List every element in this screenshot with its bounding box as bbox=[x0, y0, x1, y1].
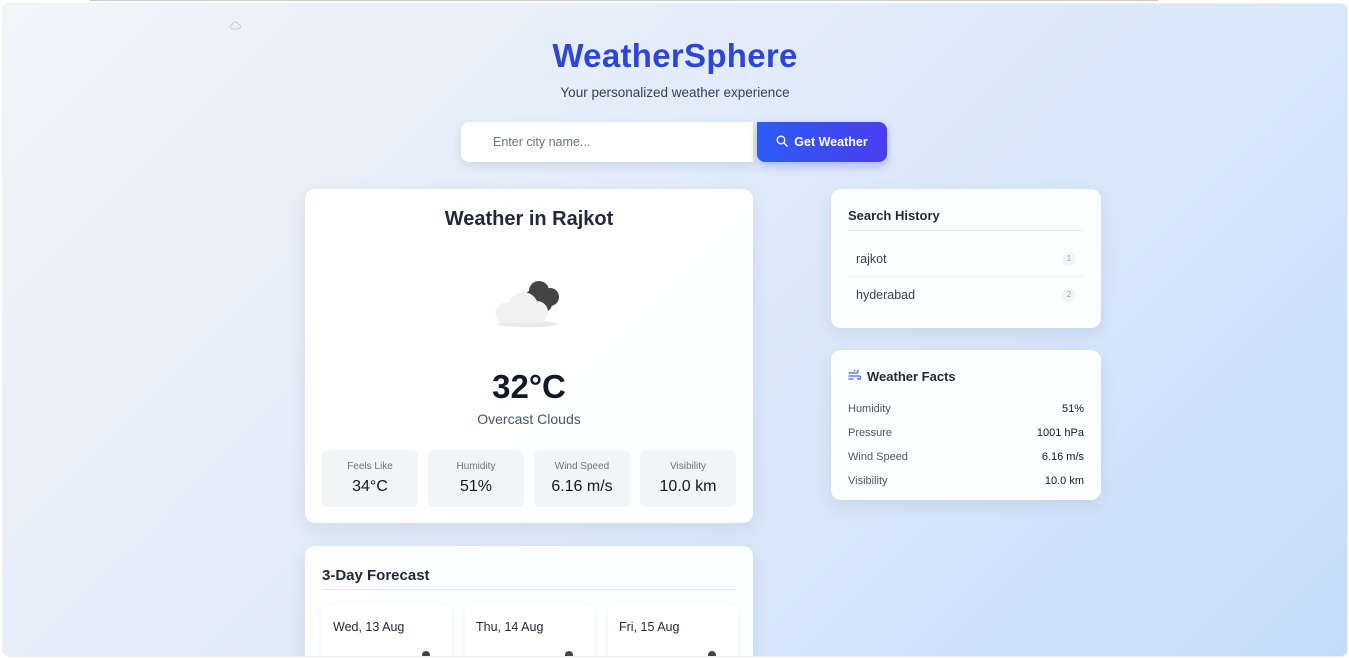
history-city: rajkot bbox=[856, 252, 887, 266]
history-item-hyderabad[interactable]: hyderabad 2 bbox=[848, 277, 1084, 312]
wind-icon bbox=[848, 368, 862, 384]
weather-facts-card: Weather Facts Humidity 51% Pressure 1001… bbox=[831, 350, 1101, 500]
weather-facts-list: Humidity 51% Pressure 1001 hPa Wind Spee… bbox=[848, 397, 1084, 493]
stat-feels-like: Feels Like 34°C bbox=[322, 450, 418, 507]
stat-label: Wind Speed bbox=[554, 461, 610, 472]
forecast-divider bbox=[322, 589, 736, 590]
fact-label: Wind Speed bbox=[848, 451, 908, 463]
small-cloud-icon bbox=[229, 17, 241, 35]
stat-value: 6.16 m/s bbox=[551, 478, 613, 495]
stat-humidity: Humidity 51% bbox=[428, 450, 524, 507]
fact-value: 51% bbox=[1061, 403, 1084, 415]
forecast-day: Fri, 15 Aug bbox=[608, 605, 738, 656]
stat-label: Visibility bbox=[670, 461, 706, 472]
get-weather-label: Get Weather bbox=[794, 135, 868, 149]
weather-facts-header: Weather Facts bbox=[848, 368, 956, 384]
fact-row-humidity: Humidity 51% bbox=[848, 397, 1084, 421]
fact-value: 1001 hPa bbox=[1036, 427, 1084, 439]
stat-label: Feels Like bbox=[347, 461, 393, 472]
stat-value: 10.0 km bbox=[659, 478, 717, 495]
fact-value: 6.16 m/s bbox=[1041, 451, 1084, 463]
forecast-date: Fri, 15 Aug bbox=[619, 620, 680, 634]
history-divider bbox=[848, 230, 1084, 231]
history-item-rajkot[interactable]: rajkot 1 bbox=[848, 242, 1084, 277]
stat-wind-speed: Wind Speed 6.16 m/s bbox=[534, 450, 630, 507]
history-count-badge: 2 bbox=[1062, 287, 1076, 302]
weather-stats: Feels Like 34°C Humidity 51% Wind Speed … bbox=[322, 450, 736, 507]
fact-label: Humidity bbox=[848, 403, 891, 415]
current-weather-card: Weather in Rajkot 32°C Overcast Clouds F… bbox=[305, 189, 753, 523]
search-history-card: Search History rajkot 1 hyderabad 2 bbox=[831, 189, 1101, 328]
search-bar: Get Weather bbox=[461, 122, 889, 162]
brand-header: WeatherSphere Your personalized weather … bbox=[3, 37, 1347, 100]
fact-row-visibility: Visibility 10.0 km bbox=[848, 469, 1084, 493]
forecast-card: 3-Day Forecast Wed, 13 Aug Thu, 14 Aug F… bbox=[305, 546, 753, 656]
current-temperature: 32°C bbox=[492, 368, 566, 405]
stat-visibility: Visibility 10.0 km bbox=[640, 450, 736, 507]
forecast-day: Thu, 14 Aug bbox=[465, 605, 595, 656]
search-icon bbox=[776, 135, 788, 150]
forecast-date: Wed, 13 Aug bbox=[333, 620, 405, 634]
forecast-days: Wed, 13 Aug Thu, 14 Aug Fri, 15 Aug bbox=[322, 605, 738, 656]
top-border-line bbox=[90, 0, 1158, 1]
weather-facts-title: Weather Facts bbox=[867, 369, 956, 384]
forecast-weather-icon bbox=[708, 651, 716, 656]
search-history-title: Search History bbox=[848, 208, 940, 223]
fact-row-pressure: Pressure 1001 hPa bbox=[848, 421, 1084, 445]
cloud-icon bbox=[487, 271, 567, 336]
current-description: Overcast Clouds bbox=[477, 411, 581, 427]
forecast-day: Wed, 13 Aug bbox=[322, 605, 452, 656]
stat-value: 34°C bbox=[352, 478, 388, 495]
search-history-list: rajkot 1 hyderabad 2 bbox=[848, 242, 1084, 312]
current-weather-title: Weather in Rajkot bbox=[444, 208, 614, 230]
stat-value: 51% bbox=[459, 478, 493, 495]
history-count-badge: 1 bbox=[1062, 252, 1076, 266]
forecast-weather-icon bbox=[565, 651, 573, 656]
city-search-input[interactable] bbox=[461, 122, 753, 162]
forecast-title: 3-Day Forecast bbox=[322, 567, 430, 584]
app-title: WeatherSphere bbox=[552, 37, 798, 74]
fact-row-wind-speed: Wind Speed 6.16 m/s bbox=[848, 445, 1084, 469]
forecast-date: Thu, 14 Aug bbox=[476, 620, 544, 634]
fact-label: Pressure bbox=[848, 427, 893, 439]
app-subtitle: Your personalized weather experience bbox=[560, 85, 790, 100]
get-weather-button[interactable]: Get Weather bbox=[757, 122, 887, 162]
app-background: WeatherSphere Your personalized weather … bbox=[3, 4, 1347, 656]
fact-value: 10.0 km bbox=[1044, 475, 1084, 487]
fact-label: Visibility bbox=[848, 475, 888, 487]
forecast-weather-icon bbox=[422, 651, 430, 656]
stat-label: Humidity bbox=[456, 461, 496, 472]
history-city: hyderabad bbox=[856, 287, 916, 302]
